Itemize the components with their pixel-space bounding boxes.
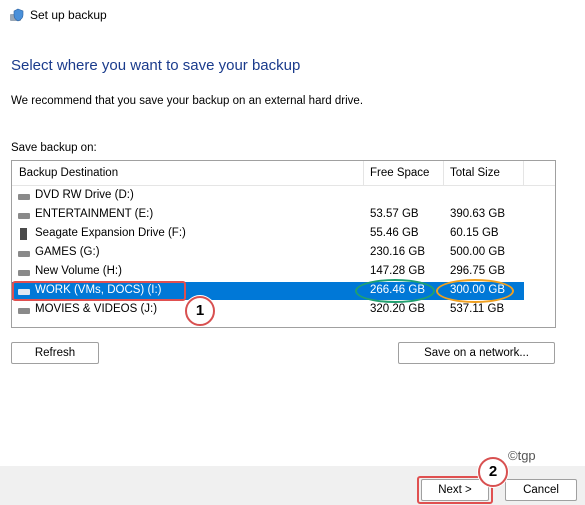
page-heading: Select where you want to save your backu… <box>11 57 301 74</box>
row-free-space: 55.46 GB <box>370 227 419 239</box>
callout-rect-selected-drive <box>12 281 186 301</box>
callout-oval-free-space <box>355 279 435 303</box>
row-name: New Volume (H:) <box>35 265 122 277</box>
row-free-space: 53.57 GB <box>370 208 419 220</box>
backup-shield-icon <box>9 7 25 23</box>
external-drive-icon <box>18 228 30 240</box>
row-total-size: 500.00 GB <box>450 246 505 258</box>
save-backup-on-label: Save backup on: <box>11 142 97 154</box>
hard-drive-icon <box>18 266 30 278</box>
step-badge-2: 2 <box>478 457 508 487</box>
row-total-size: 537.11 GB <box>450 303 505 315</box>
row-total-size: 390.63 GB <box>450 208 505 220</box>
table-row[interactable]: Seagate Expansion Drive (F:) 55.46 GB 60… <box>12 225 524 243</box>
row-name: Seagate Expansion Drive (F:) <box>35 227 186 239</box>
save-on-network-button[interactable]: Save on a network... <box>398 342 555 364</box>
table-header: Backup Destination Free Space Total Size <box>12 161 555 186</box>
row-name: MOVIES & VIDEOS (J:) <box>35 303 158 315</box>
table-row[interactable]: MOVIES & VIDEOS (J:) 320.20 GB 537.11 GB <box>12 301 524 319</box>
cancel-button[interactable]: Cancel <box>505 479 577 501</box>
column-header-free-space[interactable]: Free Space <box>370 167 429 179</box>
table-row[interactable]: DVD RW Drive (D:) <box>12 187 524 205</box>
table-row[interactable]: New Volume (H:) 147.28 GB 296.75 GB <box>12 263 524 281</box>
row-total-size: 296.75 GB <box>450 265 505 277</box>
dvd-drive-icon <box>18 190 30 202</box>
watermark: ©tgp <box>508 448 536 463</box>
callout-oval-total-size <box>436 279 514 303</box>
row-name: DVD RW Drive (D:) <box>35 189 134 201</box>
hard-drive-icon <box>18 304 30 316</box>
table-row[interactable]: GAMES (G:) 230.16 GB 500.00 GB <box>12 244 524 262</box>
row-total-size: 60.15 GB <box>450 227 499 239</box>
table-row[interactable]: ENTERTAINMENT (E:) 53.57 GB 390.63 GB <box>12 206 524 224</box>
intro-text: We recommend that you save your backup o… <box>11 95 364 107</box>
window-title: Set up backup <box>30 8 107 22</box>
hard-drive-icon <box>18 209 30 221</box>
row-free-space: 147.28 GB <box>370 265 425 277</box>
hard-drive-icon <box>18 247 30 259</box>
row-free-space: 230.16 GB <box>370 246 425 258</box>
column-header-destination[interactable]: Backup Destination <box>19 167 118 179</box>
step-badge-1: 1 <box>185 296 215 326</box>
row-name: ENTERTAINMENT (E:) <box>35 208 154 220</box>
refresh-button[interactable]: Refresh <box>11 342 99 364</box>
row-free-space: 320.20 GB <box>370 303 425 315</box>
column-header-total-size[interactable]: Total Size <box>450 167 500 179</box>
row-name: GAMES (G:) <box>35 246 100 258</box>
